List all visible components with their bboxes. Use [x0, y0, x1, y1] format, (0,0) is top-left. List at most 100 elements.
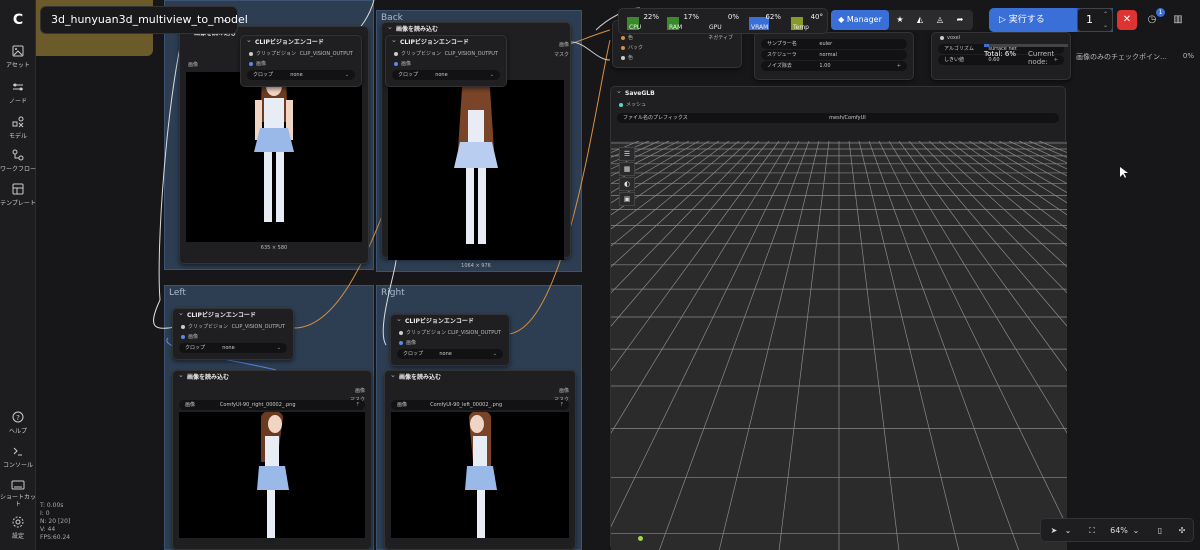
alert-icon[interactable]: ◬ — [931, 10, 949, 30]
menu-icon[interactable]: ☰ — [619, 147, 635, 161]
node-clip-vision-encode-front[interactable]: CLIPビジョンエンコード クリップビジョンCLIP_VISION_OUTPUT… — [240, 34, 362, 87]
palette-icon[interactable]: ◐ — [619, 177, 635, 191]
sampler-select[interactable]: サンプラー名 euler — [761, 39, 907, 49]
node-save-glb[interactable]: SaveGLB メッシュ ファイル名のプレフィックス mesh/ComfyUI ☰… — [610, 85, 1067, 550]
image-dimensions: 1064 × 976 — [461, 263, 491, 269]
select-tool-icon[interactable]: ➤ — [1047, 523, 1061, 539]
sidebar-item-shortcuts[interactable]: ショートカット — [0, 478, 36, 508]
cancel-run-button[interactable]: ✕ — [1117, 10, 1137, 30]
stepper-arrows-icon[interactable]: ⌃ ⌄ — [1103, 9, 1108, 31]
sidebar-item-label: ノード — [8, 98, 27, 105]
denoise-stepper[interactable]: ノイズ除去 1.00 + — [761, 61, 907, 71]
resource-monitor: CPU 22% RAM 17% GPU 0% VRAM 62% Temp 40° — [618, 8, 828, 34]
crop-select[interactable]: クロップ none ⌄ — [179, 343, 287, 353]
output-label: 画像 — [354, 388, 365, 394]
upload-icon[interactable]: ⤒ — [357, 400, 359, 410]
toggle-panel-button[interactable]: ▥ — [1168, 10, 1188, 30]
upload-icon[interactable]: ⤒ — [561, 400, 563, 410]
node-clip-vision-encode-back[interactable]: CLIPビジョンエンコード クリップビジョンCLIP_VISION_OUTPUT… — [385, 34, 507, 87]
svg-text:?: ? — [16, 414, 20, 422]
filename-prefix-input[interactable]: ファイル名のプレフィックス mesh/ComfyUI — [617, 113, 1059, 123]
sidebar-item-label: 設定 — [11, 533, 24, 540]
image-file-select[interactable]: 画像 ComfyUI-90_left_00002_.png ⤒ — [391, 400, 569, 410]
crop-select[interactable]: クロップ none ⌄ — [392, 70, 500, 80]
stat-i: I: 0 — [40, 510, 50, 517]
fit-view-icon[interactable]: ⛶ — [1085, 523, 1099, 539]
sidebar-item-workflows[interactable]: ワークフロー — [0, 148, 36, 173]
chevron-down-icon[interactable]: ⌄ — [1131, 523, 1141, 539]
comfy-logo-icon[interactable]: C — [8, 10, 28, 30]
sidebar-item-templates[interactable]: テンプレート — [0, 182, 36, 207]
crop-select[interactable]: クロップ none ⌄ — [247, 70, 355, 80]
sidebar-item-nodes[interactable]: ノード — [0, 80, 36, 105]
output-label: 画像 — [558, 42, 569, 48]
history-icon: ◷ — [1147, 14, 1157, 25]
manager-toolbar: ◆ Manager ★ ◭ ◬ ➦ — [831, 10, 973, 30]
node-ksampler[interactable]: サンプラー名 euler スケジューラ normal ノイズ除去 1.00 + — [754, 32, 914, 80]
sidebar-item-help[interactable]: ? ヘルプ — [0, 410, 36, 435]
node-io-row: 画像 — [386, 59, 506, 69]
warning-icon[interactable]: ◭ — [911, 10, 929, 30]
node-load-image-right[interactable]: 画像を読み込む 画像 マスク 画像ComfyUI-90_left_00002_.… — [384, 369, 576, 550]
share-icon[interactable]: ➦ — [951, 10, 969, 30]
input-label: 色 — [628, 35, 634, 41]
node-title: CLIPビジョンエンコード — [391, 313, 509, 328]
sidebar-item-label: ワークフロー — [0, 166, 37, 173]
sidebar-item-models[interactable]: モデル — [0, 115, 36, 140]
chevron-down-icon[interactable]: ⌄ — [1063, 523, 1073, 539]
manager-button[interactable]: ◆ Manager — [831, 10, 889, 30]
run-button[interactable]: ▷ 実行する — [989, 8, 1077, 32]
sidebar-item-console[interactable]: コンソール — [0, 444, 36, 469]
image-dimensions: 635 × 580 — [260, 245, 288, 251]
stat-v: V: 44 — [40, 526, 56, 533]
widget-value: 1.00 — [819, 63, 831, 69]
current-node-label: Current — [1028, 50, 1055, 58]
progress-label: 画像のみのチェックポイン… — [1076, 53, 1167, 61]
chevron-down-icon: ⌄ — [344, 72, 349, 78]
sidebar: C アセット ノード モデル ワークフロー テンプレート ? ヘルプ コンソール… — [0, 0, 36, 550]
close-icon: ✕ — [1122, 14, 1132, 25]
character-front-figure — [254, 72, 294, 222]
console-icon — [13, 447, 22, 456]
node-title: CLIPビジョンエンコード — [173, 307, 293, 322]
node-io-row: voxel — [932, 33, 1070, 43]
plus-icon[interactable]: + — [897, 61, 901, 71]
widget-label: クロップ — [185, 345, 206, 351]
node-clip-vision-encode-right[interactable]: CLIPビジョンエンコード クリップビジョンCLIP_VISION_OUTPUT… — [390, 313, 510, 366]
sidebar-item-assets[interactable]: アセット — [0, 44, 36, 69]
preview-image — [179, 412, 365, 538]
monitor-ram: RAM 17% — [663, 12, 699, 32]
sidebar-item-label: モデル — [8, 133, 27, 140]
node-clip-vision-encode-left[interactable]: CLIPビジョンエンコード クリップビジョンCLIP_VISION_OUTPUT… — [172, 307, 294, 360]
plus-icon[interactable]: + — [1054, 55, 1058, 65]
node-load-image-left[interactable]: 画像を読み込む 画像 マスク 画像ComfyUI-90_right_00002_… — [172, 369, 372, 550]
sidebar-item-label: アセット — [6, 62, 30, 69]
scheduler-select[interactable]: スケジューラ normal — [761, 50, 907, 60]
star-icon[interactable]: ★ — [891, 10, 909, 30]
widget-value: none — [439, 351, 452, 357]
input-label: クリップビジョン — [188, 324, 229, 330]
sidebar-item-settings[interactable]: 設定 — [0, 515, 36, 540]
crop-select[interactable]: クロップ none ⌄ — [397, 349, 503, 359]
image-file-select[interactable]: 画像 ComfyUI-90_right_00002_.png ⤒ — [179, 400, 365, 410]
output-label: ネガティブ — [708, 35, 733, 41]
stat-time: T: 0.00s — [40, 502, 64, 509]
graph-canvas[interactable]: Back Left Right 画像を読み込む 画像 — [36, 0, 1200, 550]
input-label: クリップビジョン — [401, 51, 442, 57]
chevron-down-icon[interactable]: ⌄ — [221, 7, 229, 33]
workflow-tab[interactable]: 3d_hunyuan3d_multiview_to_model ⌄ — [40, 6, 248, 34]
minimap-icon[interactable]: ▯ — [1153, 523, 1167, 539]
connection-dot[interactable] — [638, 536, 643, 541]
grid-icon[interactable]: ▦ — [619, 162, 635, 176]
3d-viewport[interactable] — [611, 141, 1067, 550]
image-icon[interactable]: ▣ — [619, 192, 635, 206]
panel-icon: ▥ — [1173, 14, 1183, 25]
monitor-value: 62% — [765, 13, 781, 21]
run-label: 実行する — [1008, 15, 1045, 25]
monitor-gpu: GPU 0% — [703, 12, 739, 32]
link-toggle-icon[interactable]: ✣ — [1175, 523, 1189, 539]
preview-image — [186, 72, 362, 242]
zoom-level[interactable]: 64% — [1107, 523, 1131, 539]
queue-count-stepper[interactable]: 1 ⌃ ⌄ — [1077, 8, 1113, 32]
input-label: 画像 — [401, 61, 412, 67]
